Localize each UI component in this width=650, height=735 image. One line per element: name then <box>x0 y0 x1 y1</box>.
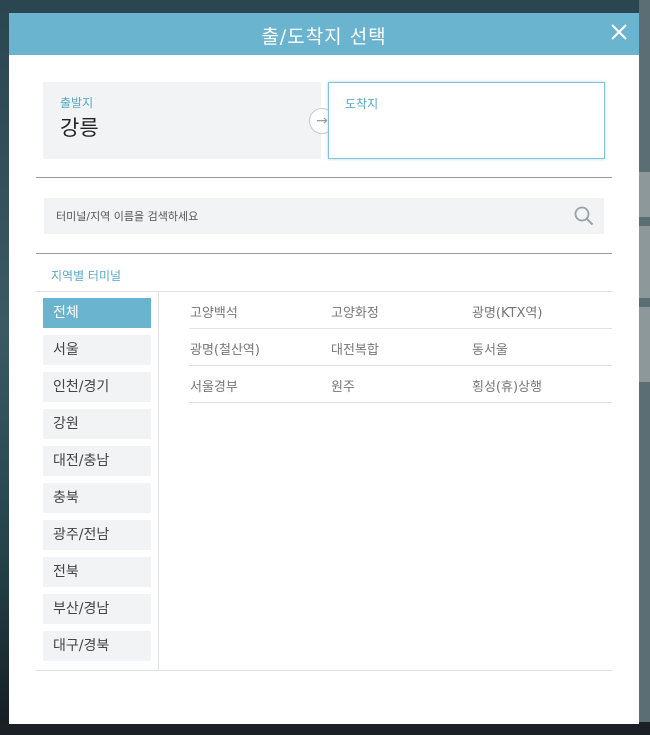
close-icon[interactable] <box>609 22 629 42</box>
column-divider <box>158 292 159 670</box>
search-box <box>44 198 604 234</box>
background-panel <box>639 307 650 382</box>
terminal-search-input[interactable] <box>44 198 564 234</box>
terminal-item[interactable]: 동서울 <box>472 339 508 358</box>
terminal-item[interactable]: 고양백석 <box>190 302 238 321</box>
destination-field[interactable]: 도착지 <box>328 82 605 159</box>
region-item-gangwon[interactable]: 강원 <box>43 409 151 439</box>
search-icon[interactable] <box>574 206 594 226</box>
region-item-jeonbuk[interactable]: 전북 <box>43 557 151 587</box>
region-item-daegu-gyeongbuk[interactable]: 대구/경북 <box>43 631 151 661</box>
origin-field[interactable]: 출발지 강릉 <box>43 82 321 159</box>
background-panel <box>639 172 650 217</box>
terminal-item[interactable]: 대전복합 <box>331 339 379 358</box>
origin-label: 출발지 <box>60 96 94 110</box>
region-item-all[interactable]: 전체 <box>43 298 151 328</box>
terminal-item[interactable]: 광명(KTX역) <box>472 302 542 321</box>
terminal-item[interactable]: 고양화정 <box>331 302 379 321</box>
bottom-divider <box>36 670 612 671</box>
terminal-item[interactable]: 광명(철산역) <box>190 339 260 358</box>
terminal-row: 광명(철산역) 대전복합 동서울 <box>189 329 612 366</box>
region-section-title: 지역별 터미널 <box>51 269 122 283</box>
modal-title: 출/도착지 선택 <box>261 26 387 48</box>
region-item-chungbuk[interactable]: 충북 <box>43 483 151 513</box>
region-list: 전체 서울 인천/경기 강원 대전/충남 충북 광주/전남 전북 부산/경남 대… <box>43 298 151 668</box>
background-panel <box>639 226 650 298</box>
terminal-row: 고양백석 고양화정 광명(KTX역) <box>189 292 612 329</box>
region-item-daejeon-chungnam[interactable]: 대전/충남 <box>43 446 151 476</box>
origin-value: 강릉 <box>60 116 99 140</box>
region-item-gwangju-jeonnam[interactable]: 광주/전남 <box>43 520 151 550</box>
region-item-incheon-gyeonggi[interactable]: 인천/경기 <box>43 372 151 402</box>
terminal-item[interactable]: 서울경부 <box>190 376 238 395</box>
divider <box>36 253 612 254</box>
region-item-busan-gyeongnam[interactable]: 부산/경남 <box>43 594 151 624</box>
modal-header: 출/도착지 선택 <box>9 13 639 55</box>
region-item-seoul[interactable]: 서울 <box>43 335 151 365</box>
destination-label: 도착지 <box>345 97 379 111</box>
terminal-item[interactable]: 원주 <box>331 376 355 395</box>
terminal-row: 서울경부 원주 횡성(휴)상행 <box>189 366 612 403</box>
terminal-list: 고양백석 고양화정 광명(KTX역) 광명(철산역) 대전복합 동서울 서울경부… <box>189 292 612 403</box>
location-select-modal: 출/도착지 선택 출발지 강릉 → 도착지 지역별 터미널 전체 <box>9 13 639 724</box>
terminal-item[interactable]: 횡성(휴)상행 <box>472 376 542 395</box>
divider <box>36 177 612 178</box>
